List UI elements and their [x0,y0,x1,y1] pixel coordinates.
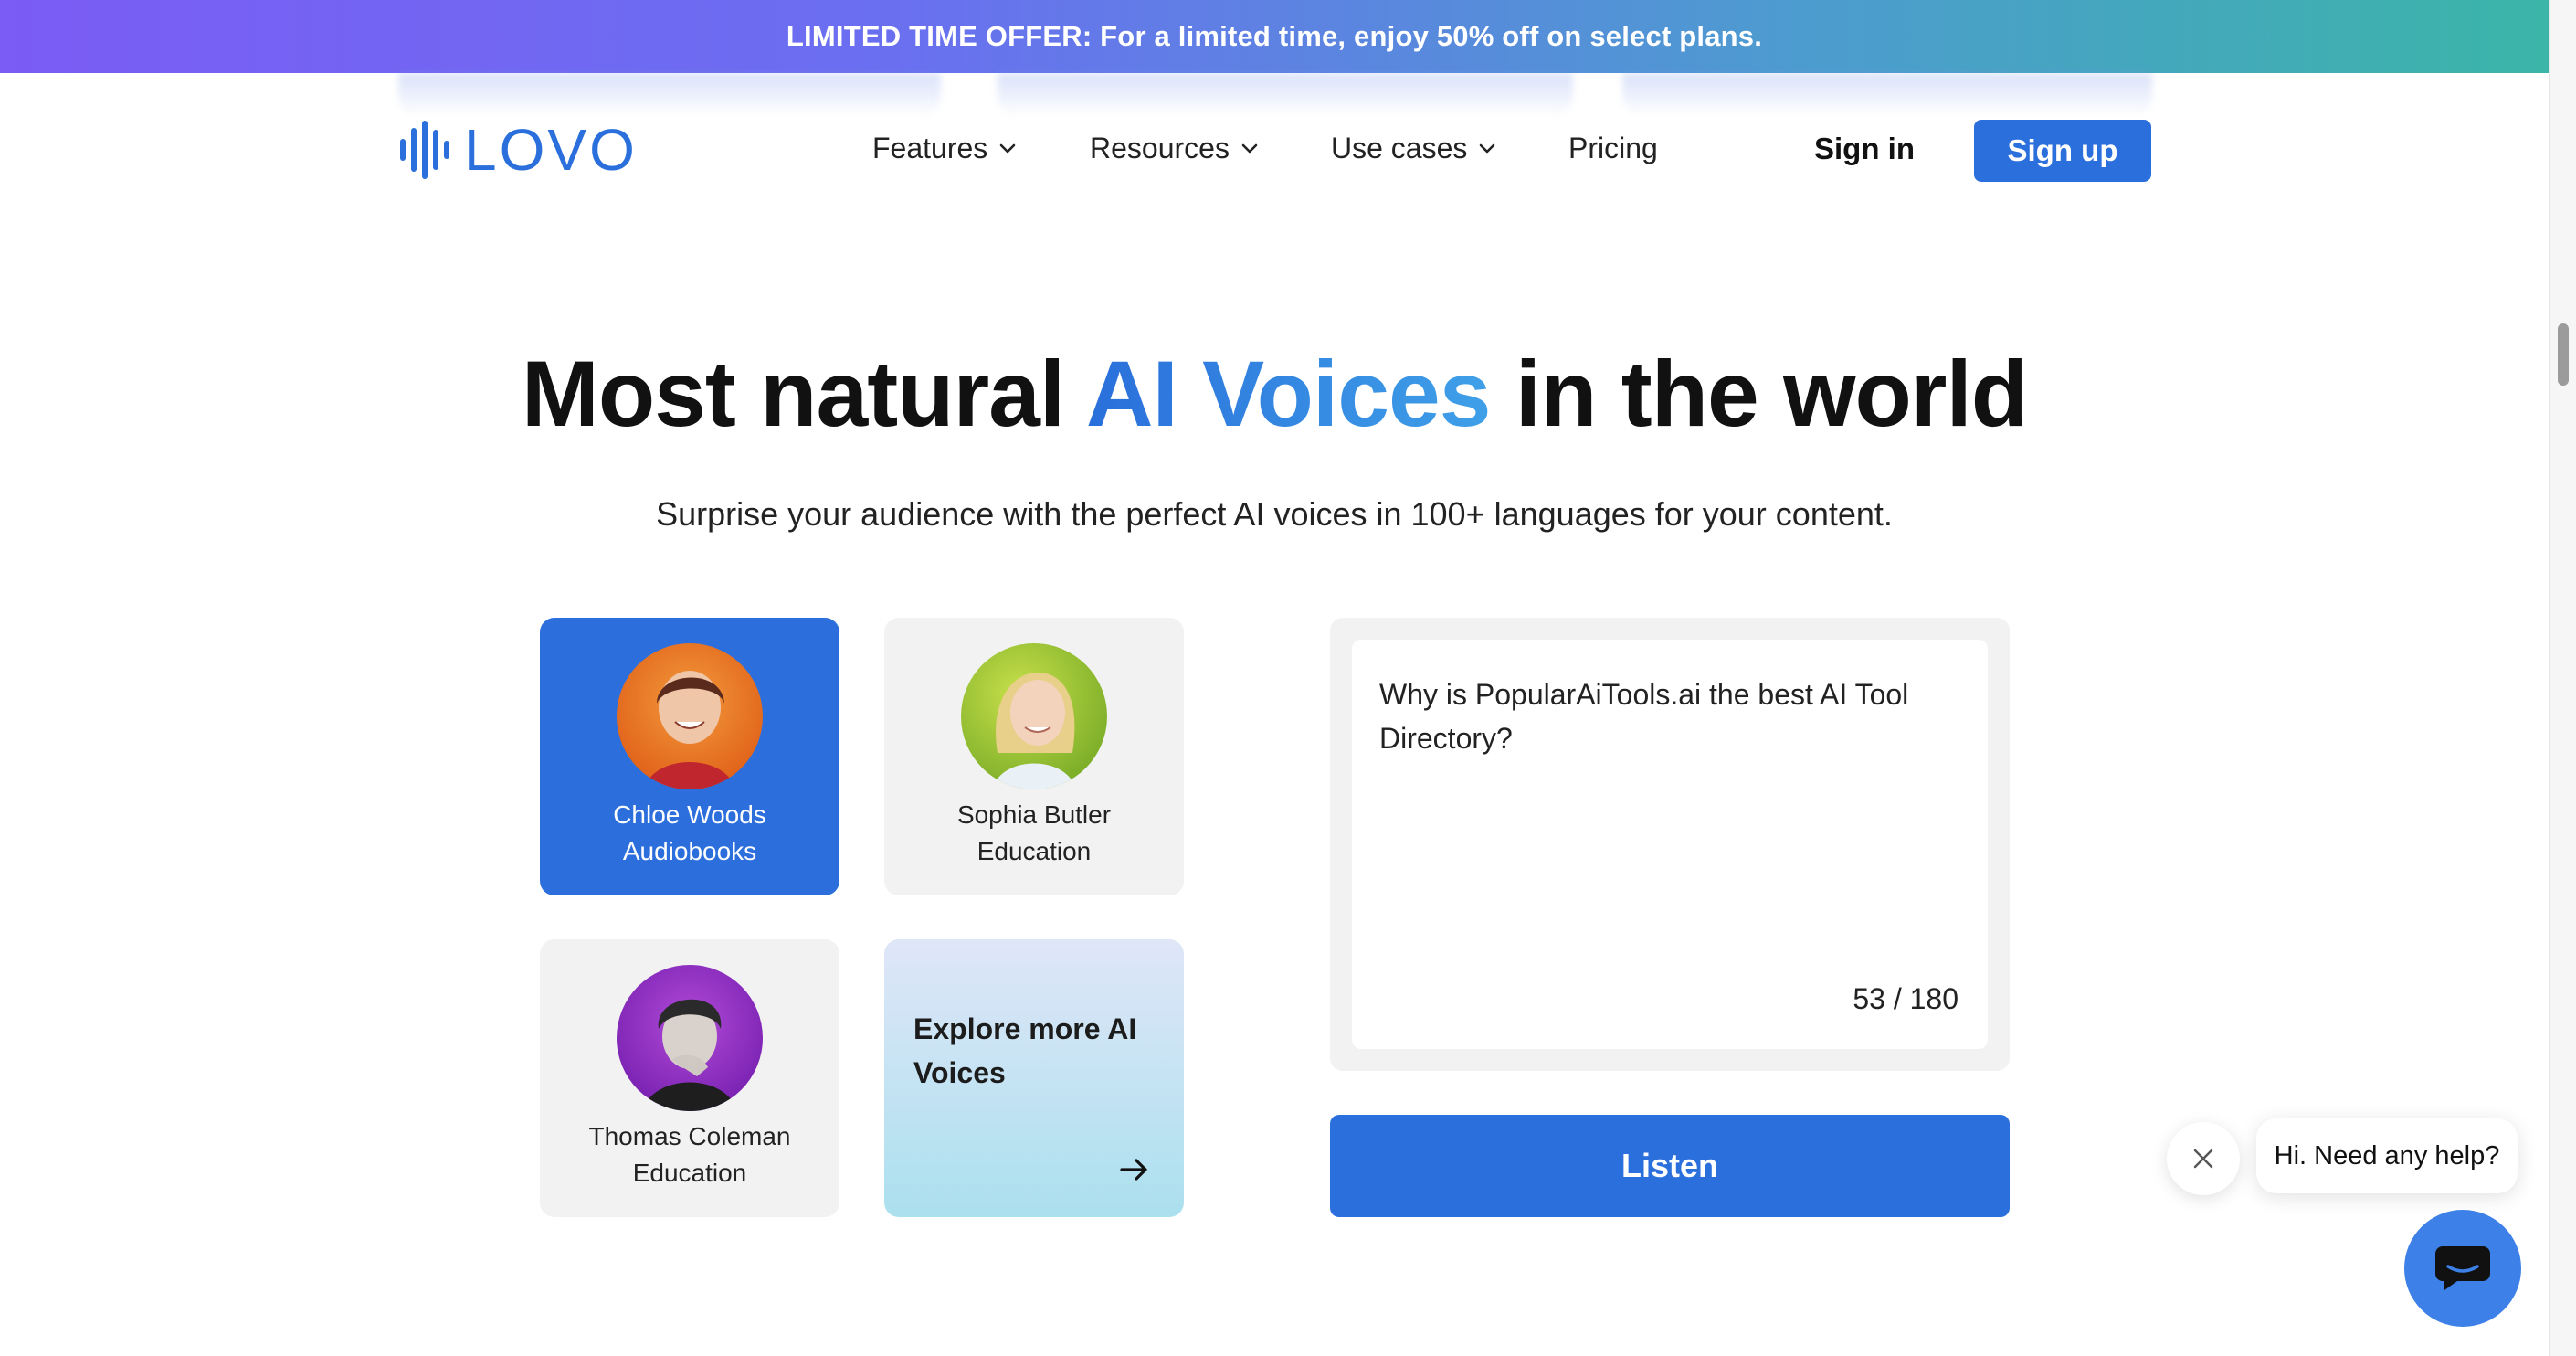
promo-banner[interactable]: LIMITED TIME OFFER: For a limited time, … [0,0,2549,73]
voice-card-sophia-butler[interactable]: Sophia Butler Education [884,618,1184,895]
voice-category: Education [977,837,1092,865]
voice-name: Chloe Woods [613,800,766,829]
nav-item-resources[interactable]: Resources [1090,132,1261,165]
top-navigation: LOVO Features Resources Use cases Pricin… [0,73,2549,228]
headline-part: Most natural [521,342,1086,446]
avatar [961,643,1107,789]
nav-item-features[interactable]: Features [872,132,1019,165]
logo-wordmark: LOVO [464,117,638,183]
waveform-logo-icon [400,121,449,179]
sign-up-button[interactable]: Sign up [1974,120,2151,182]
chat-greeting-bubble[interactable]: Hi. Need any help? [2256,1118,2518,1193]
hero-headline: Most natural AI Voices in the world [0,343,2549,445]
nav-item-label: Features [872,132,988,164]
hero-subheadline: Surprise your audience with the perfect … [656,495,1893,533]
chevron-down-icon [999,143,1016,153]
chat-icon [2435,1246,2490,1290]
page-scrollbar-track[interactable] [2549,0,2576,1356]
tts-text-panel: Why is PopularAiTools.ai the best AI Too… [1330,618,2010,1071]
voice-card-chloe-woods[interactable]: Chloe Woods Audiobooks [540,618,839,895]
voice-name: Sophia Butler [956,800,1112,829]
avatar [617,965,763,1111]
headline-accent: AI Voices [1085,342,1492,446]
explore-more-label: Explore more AI Voices [913,1012,1137,1089]
voice-name: Thomas Coleman [588,1122,791,1150]
nav-item-label: Resources [1090,132,1230,164]
page-scrollbar-thumb[interactable] [2558,323,2569,386]
listen-button[interactable]: Listen [1330,1115,2010,1217]
character-counter: 53 / 180 [1853,982,1958,1015]
lovo-logo[interactable]: LOVO [398,121,638,179]
promo-banner-text: LIMITED TIME OFFER: For a limited time, … [786,20,1763,52]
chevron-down-icon [1480,143,1495,153]
close-icon [2193,1149,2213,1169]
sign-in-link[interactable]: Sign in [1814,132,1915,166]
nav-item-label: Pricing [1568,132,1658,164]
chat-close-button[interactable] [2167,1122,2240,1195]
tts-text-input[interactable]: Why is PopularAiTools.ai the best AI Too… [1352,640,1988,1049]
tts-text-content[interactable]: Why is PopularAiTools.ai the best AI Too… [1379,673,1946,760]
chat-greeting-text: Hi. Need any help? [2274,1140,2500,1171]
chevron-down-icon [1241,143,1258,153]
nav-item-label: Use cases [1331,132,1468,164]
avatar [617,643,763,789]
arrow-right-icon [1120,1159,1147,1181]
voice-category: Education [632,1159,747,1187]
headline-part: in the world [1490,342,2028,446]
voice-card-thomas-coleman[interactable]: Thomas Coleman Education [540,939,839,1217]
nav-item-pricing[interactable]: Pricing [1568,132,1658,165]
chat-launcher-button[interactable] [2404,1210,2521,1327]
explore-more-voices-card[interactable]: Explore more AI Voices [884,939,1184,1217]
voice-category: Audiobooks [622,837,757,865]
nav-item-use-cases[interactable]: Use cases [1331,132,1498,165]
